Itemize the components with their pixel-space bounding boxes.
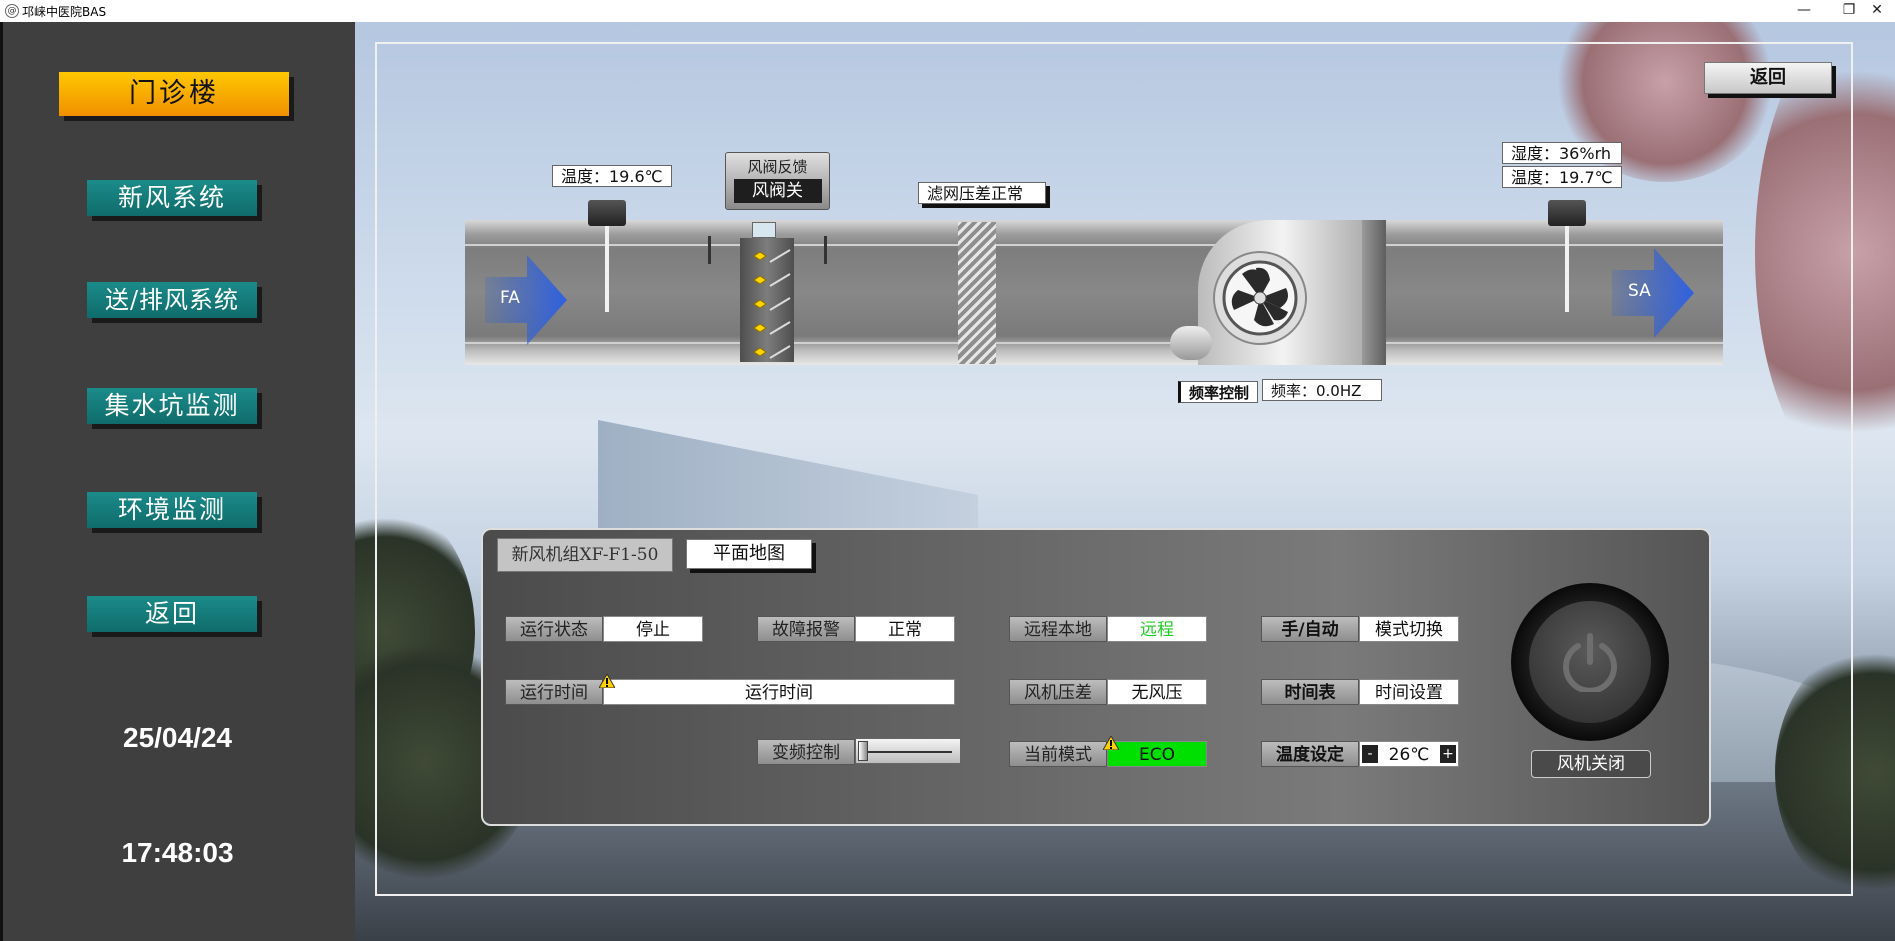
close-button[interactable]: ✕ <box>1859 0 1895 22</box>
damper-feedback-title: 风阀反馈 <box>747 158 808 176</box>
time-display: 17:48:03 <box>121 837 234 868</box>
temp-decrease-button[interactable]: - <box>1362 745 1378 763</box>
current-mode-value: ECO <box>1107 741 1207 767</box>
mode-switch-button[interactable]: 模式切换 <box>1359 616 1459 642</box>
power-button[interactable] <box>1511 583 1669 741</box>
vfd-slider-thumb[interactable] <box>858 741 868 761</box>
date-display: 25/04/24 <box>123 722 232 753</box>
back-button[interactable]: 返回 <box>1704 62 1832 94</box>
app-logo-icon: @ <box>5 4 19 18</box>
building-button[interactable]: 门诊楼 <box>59 72 289 116</box>
fault-alarm-value: 正常 <box>855 616 955 642</box>
sidebar-item-back[interactable]: 返回 <box>87 596 257 632</box>
fan-motor-icon <box>1170 326 1212 360</box>
outlet-sensor-icon <box>1548 200 1586 226</box>
window-title: 邛崃中医院BAS <box>22 5 107 19</box>
mode-warning-icon <box>1103 736 1119 750</box>
vfd-slider[interactable] <box>855 738 961 764</box>
run-time-warning-icon <box>599 674 615 688</box>
fan-outlet <box>1362 220 1386 365</box>
inlet-sensor-rod <box>605 226 609 312</box>
freq-control-button[interactable]: 频率控制 <box>1178 381 1258 403</box>
vfd-slider-track <box>864 751 952 753</box>
time-setting-button[interactable]: 时间设置 <box>1359 679 1459 705</box>
duct-edge-top <box>465 244 1723 246</box>
tab-floor-map[interactable]: 平面地图 <box>686 539 812 569</box>
remote-local-value: 远程 <box>1107 616 1207 642</box>
minimize-button[interactable]: — <box>1781 0 1827 22</box>
duct-edge-bottom <box>465 342 1723 344</box>
damper-actuator-icon <box>752 222 776 238</box>
damper-state: 风阀关 <box>733 179 822 203</box>
filter-icon <box>958 222 996 364</box>
sa-arrow-icon <box>1612 248 1694 338</box>
sidebar-item-environment[interactable]: 环境监测 <box>87 492 257 528</box>
outlet-humidity-readout: 湿度：36%rh <box>1502 142 1622 164</box>
fan-pressure-value: 无风压 <box>1107 679 1207 705</box>
power-icon <box>1563 633 1617 692</box>
sidebar-item-supply-exhaust[interactable]: 送/排风系统 <box>87 282 257 318</box>
run-status-value: 停止 <box>603 616 703 642</box>
outlet-sensor-rod <box>1565 226 1569 312</box>
schedule-label: 时间表 <box>1261 679 1359 705</box>
damper-blades-icon <box>753 249 791 359</box>
run-status-label: 运行状态 <box>505 616 603 642</box>
sidebar-item-sump[interactable]: 集水坑监测 <box>87 388 257 424</box>
current-mode-label: 当前模式 <box>1009 741 1107 767</box>
run-time-value: 运行时间 <box>603 679 955 705</box>
sidebar: 门诊楼 新风系统 送/排风系统 集水坑监测 环境监测 返回 25/04/24 1… <box>0 22 355 941</box>
sidebar-item-fresh-air[interactable]: 新风系统 <box>87 180 257 216</box>
vfd-control-label: 变频控制 <box>757 739 855 765</box>
inlet-sensor-icon <box>588 200 626 226</box>
temp-setpoint: - 26℃ + <box>1359 741 1459 767</box>
outlet-temp-readout: 温度：19.7℃ <box>1502 166 1622 188</box>
fault-alarm-label: 故障报警 <box>757 616 855 642</box>
fan-pressure-label: 风机压差 <box>1009 679 1107 705</box>
damper-feedback-box: 风阀反馈 风阀关 <box>725 152 830 210</box>
title-bar: @ 邛崃中医院BAS — ❐ ✕ <box>0 0 1895 23</box>
manual-auto-label: 手/自动 <box>1261 616 1359 642</box>
temp-setpoint-value: 26℃ <box>1388 745 1430 765</box>
damper-bracket-left <box>708 236 723 264</box>
temp-setting-label: 温度设定 <box>1261 741 1359 767</box>
sa-label: SA <box>1628 281 1651 301</box>
fan-icon <box>1213 251 1307 345</box>
inlet-temp-readout: 温度：19.6℃ <box>552 165 672 187</box>
temp-increase-button[interactable]: + <box>1440 745 1456 763</box>
fan-state-label: 风机关闭 <box>1531 750 1651 778</box>
remote-local-label: 远程本地 <box>1009 616 1107 642</box>
filter-status: 滤网压差正常 <box>918 182 1046 204</box>
damper-bracket-right <box>812 236 827 264</box>
frequency-readout: 频率：0.0HZ <box>1262 379 1382 401</box>
run-time-label: 运行时间 <box>505 679 603 705</box>
fa-label: FA <box>500 288 520 308</box>
tab-unit[interactable]: 新风机组XF-F1-50 <box>497 538 673 572</box>
fa-arrow-icon <box>485 255 567 345</box>
